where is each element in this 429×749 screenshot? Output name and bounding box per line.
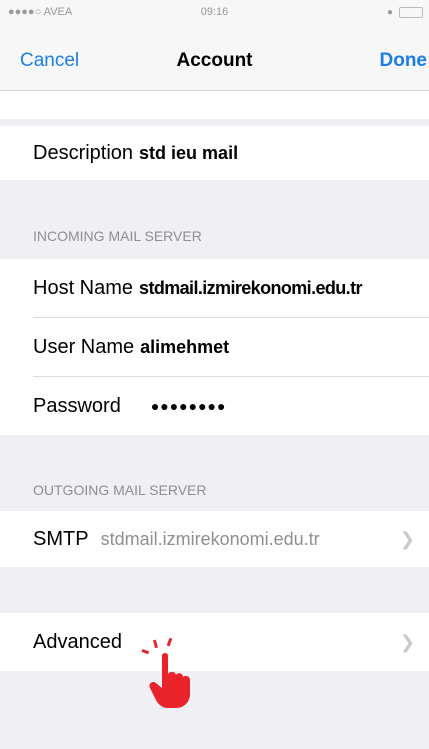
battery-indicator: ● bbox=[387, 7, 423, 18]
page-title: Account bbox=[176, 50, 253, 71]
password-row[interactable]: Password ●●●●●●●● bbox=[0, 377, 429, 435]
host-name-row[interactable]: Host Name stdmail.izmirekonomi.edu.tr bbox=[0, 259, 429, 317]
description-field[interactable]: std ieu mail bbox=[139, 143, 238, 164]
host-name-label: Host Name bbox=[33, 276, 134, 299]
user-name-field[interactable]: alimehmet bbox=[140, 337, 229, 358]
user-name-row[interactable]: User Name alimehmet bbox=[0, 318, 429, 376]
outgoing-section-header: OUTGOING MAIL SERVER bbox=[33, 482, 207, 498]
host-name-field[interactable]: stdmail.izmirekonomi.edu.tr bbox=[139, 278, 362, 299]
incoming-section-header: INCOMING MAIL SERVER bbox=[33, 228, 202, 244]
partial-row bbox=[0, 91, 429, 119]
navigation-bar: Cancel Account Done bbox=[0, 26, 429, 91]
advanced-label: Advanced bbox=[33, 630, 122, 653]
user-name-label: User Name bbox=[33, 335, 135, 358]
description-label: Description bbox=[33, 141, 134, 164]
status-time: 09:16 bbox=[200, 6, 229, 18]
chevron-right-icon: ❯ bbox=[399, 631, 415, 652]
chevron-right-icon: ❯ bbox=[399, 528, 415, 549]
done-button[interactable]: Done bbox=[380, 50, 428, 72]
description-row[interactable]: Description std ieu mail bbox=[0, 126, 429, 180]
battery-icon bbox=[399, 7, 423, 18]
smtp-label: SMTP bbox=[33, 527, 89, 550]
smtp-row[interactable]: SMTP stdmail.izmirekonomi.edu.tr ❯ bbox=[0, 511, 429, 567]
advanced-row[interactable]: Advanced ❯ bbox=[0, 613, 429, 671]
password-label: Password bbox=[33, 394, 121, 417]
hand-pointer-icon bbox=[141, 637, 190, 708]
smtp-server-value: stdmail.izmirekonomi.edu.tr bbox=[100, 528, 320, 549]
password-field[interactable]: ●●●●●●●● bbox=[151, 398, 227, 414]
bluetooth-icon: ● bbox=[386, 7, 393, 18]
status-bar: ●●●●○ AVEA 09:16 ● bbox=[0, 0, 429, 26]
